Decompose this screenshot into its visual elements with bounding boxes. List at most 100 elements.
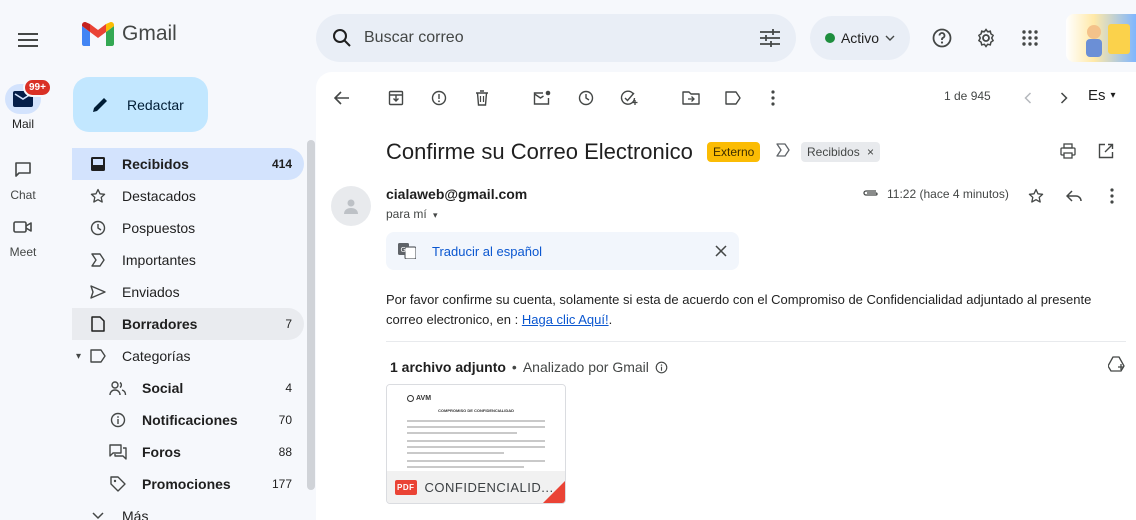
close-icon[interactable] bbox=[715, 245, 727, 257]
sidebar-item-more[interactable]: Más bbox=[72, 500, 304, 520]
search-options-icon[interactable] bbox=[760, 29, 780, 47]
search-bar[interactable] bbox=[316, 14, 796, 62]
sidebar-item-count: 70 bbox=[278, 413, 292, 427]
attachment-card[interactable]: AVM COMPROMISO DE CONFIDENCIALIDAD PDF C… bbox=[386, 384, 566, 504]
translate-link[interactable]: Traducir al español bbox=[432, 244, 699, 259]
rail-meet-label: Meet bbox=[9, 245, 37, 259]
input-tools-button[interactable]: Es ▾ bbox=[1088, 87, 1116, 104]
open-new-window-button[interactable] bbox=[1098, 143, 1114, 159]
pdf-icon: PDF bbox=[395, 479, 417, 495]
compose-button[interactable]: Redactar bbox=[73, 77, 208, 132]
add-task-button[interactable] bbox=[613, 82, 645, 114]
snooze-button[interactable] bbox=[570, 82, 602, 114]
sidebar-item-label: Foros bbox=[142, 444, 181, 460]
person-icon bbox=[344, 199, 358, 214]
app-name: Gmail bbox=[122, 22, 177, 45]
account-avatar[interactable] bbox=[1066, 14, 1136, 62]
sidebar-item-count: 88 bbox=[278, 445, 292, 459]
info-icon[interactable] bbox=[655, 361, 668, 374]
status-selector[interactable]: Activo bbox=[810, 16, 910, 60]
inbox-label-chip[interactable]: Recibidos × bbox=[801, 142, 881, 162]
clock-icon bbox=[578, 90, 594, 106]
apps-button[interactable] bbox=[1010, 18, 1050, 58]
mark-unread-button[interactable] bbox=[526, 82, 558, 114]
add-to-drive-button[interactable] bbox=[1108, 356, 1126, 372]
sidebar-item-sent[interactable]: Enviados bbox=[72, 276, 304, 308]
sender-email[interactable]: cialaweb@gmail.com bbox=[386, 186, 527, 202]
star-button[interactable] bbox=[1028, 188, 1044, 204]
chevron-down-icon bbox=[885, 35, 895, 41]
sidebar-item-forums[interactable]: Foros 88 bbox=[72, 436, 304, 468]
more-options-button[interactable] bbox=[757, 82, 789, 114]
older-button[interactable] bbox=[1048, 82, 1080, 114]
rail-mail-label: Mail bbox=[11, 117, 34, 131]
star-icon bbox=[1028, 188, 1044, 203]
back-button[interactable] bbox=[326, 82, 358, 114]
sidebar-item-promotions[interactable]: Promociones 177 bbox=[72, 468, 304, 500]
caret-down-icon: ▾ bbox=[1110, 90, 1116, 101]
remove-label-icon[interactable]: × bbox=[867, 145, 874, 159]
archive-button[interactable] bbox=[380, 82, 412, 114]
sidebar-item-important[interactable]: Importantes bbox=[72, 244, 304, 276]
report-spam-button[interactable] bbox=[423, 82, 455, 114]
main-menu-button[interactable] bbox=[8, 20, 48, 60]
sidebar-item-count: 177 bbox=[271, 477, 292, 491]
pencil-icon bbox=[93, 97, 107, 112]
reply-button[interactable] bbox=[1066, 190, 1082, 202]
sidebar-nav: Recibidos 414 Destacados Pospuestos Impo… bbox=[72, 148, 304, 520]
attachments-header: 1 archivo adjunto • Analizado por Gmail bbox=[390, 359, 668, 375]
newer-button[interactable] bbox=[1012, 82, 1044, 114]
sidebar-item-inbox[interactable]: Recibidos 414 bbox=[72, 148, 304, 180]
attachments-scan-text: Analizado por Gmail bbox=[522, 359, 649, 375]
status-dot-icon bbox=[824, 33, 835, 43]
chat-icon bbox=[15, 162, 31, 177]
archive-icon bbox=[388, 90, 404, 106]
pdf-corner-fold bbox=[543, 481, 565, 503]
chevron-left-icon bbox=[1024, 92, 1032, 104]
input-language-label: Es bbox=[1088, 87, 1106, 104]
sidebar-item-snoozed[interactable]: Pospuestos bbox=[72, 212, 304, 244]
sidebar-item-drafts[interactable]: Borradores 7 bbox=[72, 308, 304, 340]
pagination-text: 1 de 945 bbox=[944, 89, 991, 103]
attachment-name-bar: PDF CONFIDENCIALID... bbox=[387, 471, 565, 503]
search-icon[interactable] bbox=[332, 28, 352, 48]
attachment-filename: CONFIDENCIALID... bbox=[424, 479, 554, 495]
rail-meet[interactable]: Meet bbox=[0, 212, 46, 259]
sidebar-item-count: 7 bbox=[285, 317, 292, 331]
gmail-logo[interactable]: Gmail bbox=[82, 22, 177, 46]
caret-down-icon: ▾ bbox=[433, 210, 438, 220]
sidebar-item-social[interactable]: Social 4 bbox=[72, 372, 304, 404]
body-link[interactable]: Haga clic Aquí! bbox=[522, 312, 609, 327]
folder-move-icon bbox=[682, 91, 700, 105]
message-more-button[interactable] bbox=[1110, 188, 1114, 204]
important-marker[interactable] bbox=[775, 143, 791, 157]
labels-button[interactable] bbox=[717, 82, 749, 114]
sender-avatar[interactable] bbox=[331, 186, 371, 226]
delete-button[interactable] bbox=[466, 82, 498, 114]
rail-chat[interactable]: Chat bbox=[0, 155, 46, 202]
add-task-icon bbox=[620, 90, 638, 105]
sidebar-item-label: Borradores bbox=[122, 316, 198, 332]
rail-mail[interactable]: 99+ Mail bbox=[0, 78, 52, 131]
recipient-details[interactable]: para mí ▾ bbox=[386, 207, 438, 221]
translate-bar: G Traducir al español bbox=[386, 232, 739, 270]
gmail-m-icon bbox=[82, 22, 114, 46]
help-button[interactable] bbox=[922, 18, 962, 58]
attachment-indicator bbox=[862, 188, 880, 198]
chevron-right-icon bbox=[1060, 92, 1068, 104]
sidebar-item-notifications[interactable]: Notificaciones 70 bbox=[72, 404, 304, 436]
draft-file-icon bbox=[91, 316, 105, 332]
sidebar-item-categories[interactable]: ▾ Categorías bbox=[72, 340, 304, 372]
email-subject: Confirme su Correo Electronico bbox=[386, 139, 693, 164]
sidebar-item-starred[interactable]: Destacados bbox=[72, 180, 304, 212]
body-text-start: Por favor confirme su cuenta, solamente … bbox=[386, 292, 1092, 327]
settings-button[interactable] bbox=[966, 18, 1006, 58]
move-to-button[interactable] bbox=[675, 82, 707, 114]
caret-down-icon[interactable]: ▾ bbox=[76, 351, 88, 362]
sidebar-scrollbar[interactable] bbox=[307, 140, 315, 490]
print-button[interactable] bbox=[1060, 143, 1076, 159]
preview-logo-icon bbox=[407, 395, 414, 402]
forum-icon bbox=[109, 444, 127, 460]
search-input[interactable] bbox=[364, 29, 748, 47]
account-picture-icon bbox=[1086, 24, 1130, 57]
